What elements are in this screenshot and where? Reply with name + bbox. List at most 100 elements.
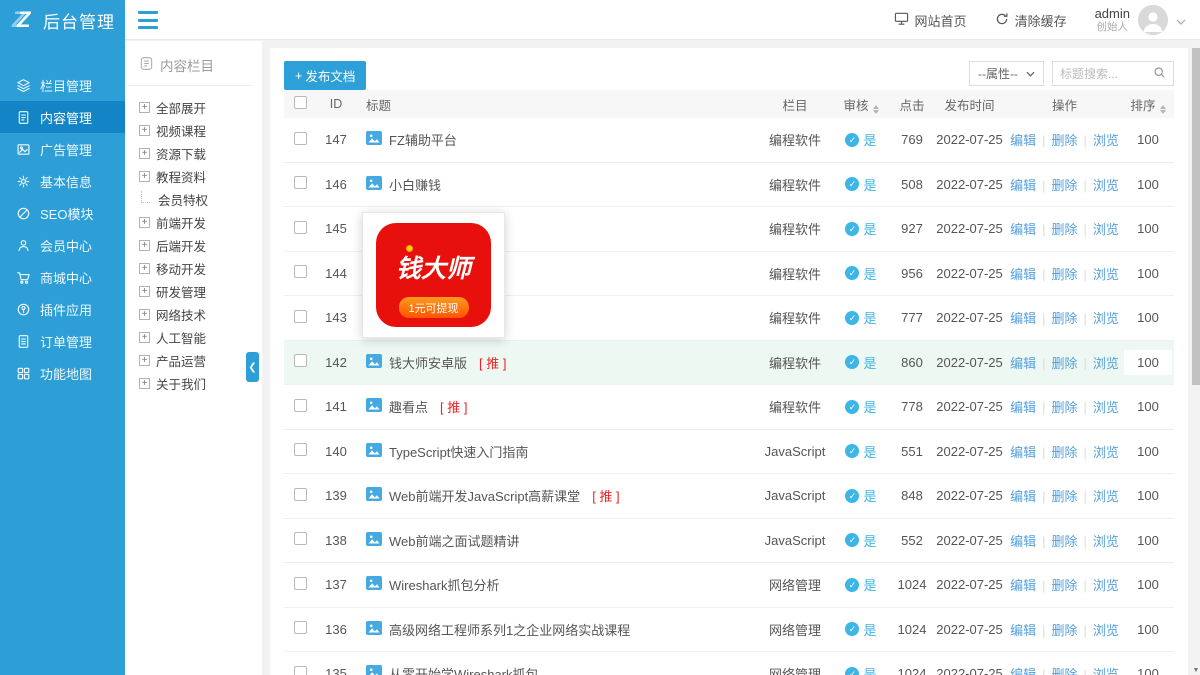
publish-document-button[interactable]: +发布文档	[284, 61, 366, 90]
view-link[interactable]: 浏览	[1093, 623, 1119, 638]
image-thumbnail-icon[interactable]	[366, 621, 382, 638]
delete-link[interactable]: 删除	[1051, 356, 1077, 371]
view-link[interactable]: 浏览	[1093, 445, 1119, 460]
row-title[interactable]: 从零开始学Wireshark抓包	[389, 664, 539, 675]
row-title[interactable]: 小白赚钱	[389, 175, 441, 194]
delete-link[interactable]: 删除	[1051, 489, 1077, 504]
category-tree-item[interactable]: + 后端开发	[139, 234, 262, 257]
row-sort-value[interactable]: 100	[1137, 666, 1159, 675]
category-tree-item[interactable]: + 人工智能	[139, 326, 262, 349]
row-sort-value[interactable]: 100	[1137, 533, 1159, 548]
edit-link[interactable]: 编辑	[1010, 667, 1036, 675]
sidebar-item-seo[interactable]: SEO模块	[0, 197, 125, 229]
category-tree-item[interactable]: + 网络技术	[139, 303, 262, 326]
scrollbar-track[interactable]: ▼	[1192, 40, 1200, 675]
delete-link[interactable]: 删除	[1051, 311, 1077, 326]
row-checkbox[interactable]	[294, 532, 307, 545]
edit-link[interactable]: 编辑	[1010, 445, 1036, 460]
sidebar-item-cart[interactable]: 商城中心	[0, 261, 125, 293]
image-thumbnail-icon[interactable]	[366, 665, 382, 675]
view-link[interactable]: 浏览	[1093, 489, 1119, 504]
edit-link[interactable]: 编辑	[1010, 400, 1036, 415]
delete-link[interactable]: 删除	[1051, 534, 1077, 549]
delete-link[interactable]: 删除	[1051, 133, 1077, 148]
image-thumbnail-icon[interactable]	[366, 131, 382, 148]
row-sort-value[interactable]: 100	[1137, 399, 1159, 414]
sidebar-item-plugin[interactable]: 插件应用	[0, 293, 125, 325]
row-checkbox[interactable]	[294, 221, 307, 234]
row-title[interactable]: FZ辅助平台	[389, 130, 457, 149]
edit-link[interactable]: 编辑	[1010, 133, 1036, 148]
title-search-input[interactable]	[1060, 67, 1153, 81]
view-link[interactable]: 浏览	[1093, 400, 1119, 415]
view-link[interactable]: 浏览	[1093, 311, 1119, 326]
attribute-filter-select[interactable]: --属性--	[969, 61, 1044, 86]
row-checkbox[interactable]	[294, 443, 307, 456]
edit-link[interactable]: 编辑	[1010, 356, 1036, 371]
menu-toggle-icon[interactable]	[138, 11, 158, 29]
expand-plus-icon[interactable]: +	[139, 171, 150, 182]
user-menu[interactable]: admin 创始人	[1095, 5, 1186, 35]
category-tree-item[interactable]: + 资源下载	[139, 142, 262, 165]
row-checkbox[interactable]	[294, 621, 307, 634]
image-thumbnail-icon[interactable]	[366, 354, 382, 371]
row-checkbox[interactable]	[294, 488, 307, 501]
sidebar-item-gear[interactable]: 基本信息	[0, 165, 125, 197]
edit-link[interactable]: 编辑	[1010, 222, 1036, 237]
category-tree-item[interactable]: + 研发管理	[139, 280, 262, 303]
expand-plus-icon[interactable]: +	[139, 309, 150, 320]
view-link[interactable]: 浏览	[1093, 667, 1119, 675]
search-icon[interactable]	[1153, 66, 1166, 82]
view-link[interactable]: 浏览	[1093, 356, 1119, 371]
view-link[interactable]: 浏览	[1093, 267, 1119, 282]
delete-link[interactable]: 删除	[1051, 623, 1077, 638]
expand-plus-icon[interactable]: +	[139, 355, 150, 366]
row-title[interactable]: Web前端之面试题精讲	[389, 531, 520, 550]
scrollbar-thumb[interactable]	[1192, 48, 1200, 385]
category-tree-item[interactable]: + 关于我们	[139, 372, 262, 395]
edit-link[interactable]: 编辑	[1010, 578, 1036, 593]
category-tree-item[interactable]: + 视频课程	[139, 119, 262, 142]
view-link[interactable]: 浏览	[1093, 578, 1119, 593]
row-checkbox[interactable]	[294, 399, 307, 412]
sidebar-item-order[interactable]: 订单管理	[0, 325, 125, 357]
row-checkbox[interactable]	[294, 577, 307, 590]
delete-link[interactable]: 删除	[1051, 222, 1077, 237]
row-checkbox[interactable]	[294, 666, 307, 675]
row-sort-value[interactable]: 100	[1137, 132, 1159, 147]
image-thumbnail-icon[interactable]	[366, 398, 382, 415]
edit-link[interactable]: 编辑	[1010, 534, 1036, 549]
col-header-sort[interactable]: 排序	[1122, 95, 1174, 114]
expand-plus-icon[interactable]: +	[139, 148, 150, 159]
row-checkbox[interactable]	[294, 265, 307, 278]
delete-link[interactable]: 删除	[1051, 267, 1077, 282]
view-link[interactable]: 浏览	[1093, 534, 1119, 549]
row-sort-value[interactable]: 100	[1137, 488, 1159, 503]
row-sort-value[interactable]: 100	[1137, 310, 1159, 325]
sidebar-item-content[interactable]: 内容管理	[0, 101, 125, 133]
image-thumbnail-icon[interactable]	[366, 443, 382, 460]
category-tree-item[interactable]: + 全部展开	[139, 96, 262, 119]
sidebar-item-layers[interactable]: 栏目管理	[0, 69, 125, 101]
expand-plus-icon[interactable]: +	[139, 332, 150, 343]
row-checkbox[interactable]	[294, 176, 307, 189]
expand-plus-icon[interactable]: +	[139, 217, 150, 228]
row-sort-value[interactable]: 100	[1137, 221, 1159, 236]
row-checkbox[interactable]	[294, 310, 307, 323]
row-checkbox[interactable]	[294, 132, 307, 145]
delete-link[interactable]: 删除	[1051, 578, 1077, 593]
row-title[interactable]: 高级网络工程师系列1之企业网络实战课程	[389, 620, 630, 639]
category-tree-item[interactable]: + 前端开发	[139, 211, 262, 234]
expand-plus-icon[interactable]: +	[139, 125, 150, 136]
row-title[interactable]: 钱大师安卓版	[389, 353, 467, 372]
expand-plus-icon[interactable]: +	[139, 286, 150, 297]
view-link[interactable]: 浏览	[1093, 178, 1119, 193]
edit-link[interactable]: 编辑	[1010, 489, 1036, 504]
row-sort-value[interactable]: 100	[1124, 350, 1172, 375]
expand-plus-icon[interactable]: +	[139, 378, 150, 389]
expand-plus-icon[interactable]: +	[139, 263, 150, 274]
image-thumbnail-icon[interactable]	[366, 176, 382, 193]
row-sort-value[interactable]: 100	[1137, 577, 1159, 592]
edit-link[interactable]: 编辑	[1010, 623, 1036, 638]
sidebar-item-map[interactable]: 功能地图	[0, 357, 125, 389]
